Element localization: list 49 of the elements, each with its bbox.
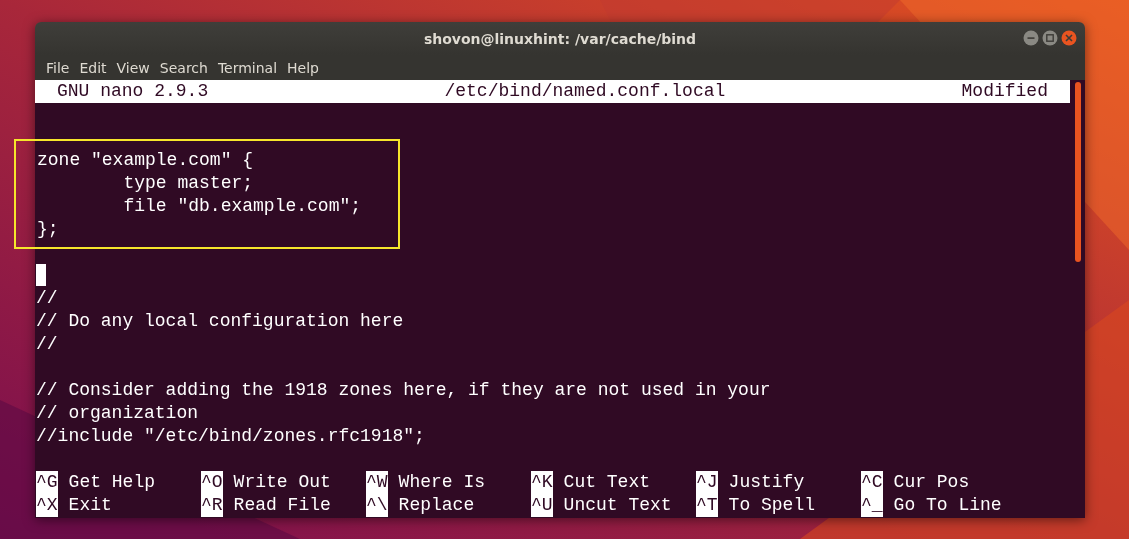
menu-item[interactable]: Edit bbox=[74, 59, 112, 76]
code-line: file "db.example.com"; bbox=[122, 195, 363, 218]
shortcut-key: ^J bbox=[696, 471, 718, 494]
shortcut-label: Exit bbox=[68, 494, 112, 517]
menu-item[interactable]: View bbox=[111, 59, 155, 76]
shortcut-label: Justify bbox=[728, 471, 805, 494]
menu-item[interactable]: Help bbox=[282, 59, 324, 76]
nano-version: GNU nano 2.9.3 bbox=[57, 80, 209, 103]
text-cursor bbox=[36, 264, 46, 286]
code-line: }; bbox=[36, 218, 60, 241]
code-line: // Consider adding the 1918 zones here, if they are not used in your bbox=[35, 379, 772, 402]
code-line: //include "/etc/bind/zones.rfc1918"; bbox=[35, 425, 426, 448]
shortcut-label: Uncut Text bbox=[563, 494, 672, 517]
menu-item[interactable]: Search bbox=[154, 59, 213, 76]
minimize-icon[interactable] bbox=[1023, 30, 1039, 46]
shortcut-key: ^K bbox=[531, 471, 553, 494]
shortcut-key: ^R bbox=[201, 494, 223, 517]
shortcut-label: Go To Line bbox=[893, 494, 1002, 517]
code-line: // organization bbox=[35, 402, 200, 425]
code-line: // Do any local configuration here bbox=[35, 310, 405, 333]
code-line: // bbox=[35, 287, 59, 310]
menu-item[interactable]: File bbox=[41, 59, 75, 76]
shortcut-label: Cur Pos bbox=[893, 471, 970, 494]
shortcut-key: ^C bbox=[861, 471, 883, 494]
shortcut-label: To Spell bbox=[728, 494, 816, 517]
shortcut-key: ^_ bbox=[861, 494, 883, 517]
shortcut-label: Get Help bbox=[68, 471, 156, 494]
code-line: type master; bbox=[122, 172, 255, 195]
shortcut-key: ^O bbox=[201, 471, 223, 494]
file-name: /etc/bind/named.conf.local bbox=[444, 80, 726, 103]
shortcut-key: ^U bbox=[531, 494, 553, 517]
maximize-icon[interactable] bbox=[1042, 30, 1058, 46]
shortcut-key: ^T bbox=[696, 494, 718, 517]
shortcut-label: Cut Text bbox=[563, 471, 651, 494]
code-line: // bbox=[35, 333, 59, 356]
shortcut-key: ^X bbox=[36, 494, 58, 517]
shortcut-label: Read File bbox=[233, 494, 331, 517]
window-title: shovon@linuxhint: /var/cache/bind bbox=[423, 30, 697, 47]
code-line: zone "example.com" { bbox=[36, 149, 255, 172]
shortcut-label: Replace bbox=[398, 494, 475, 517]
menu-item[interactable]: Terminal bbox=[212, 59, 283, 76]
shortcut-key: ^\ bbox=[366, 494, 388, 517]
file-status: Modified bbox=[961, 80, 1048, 103]
shortcut-key: ^G bbox=[36, 471, 58, 494]
shortcut-key: ^W bbox=[366, 471, 388, 494]
scrollbar-thumb[interactable] bbox=[1074, 82, 1081, 262]
shortcut-label: Where Is bbox=[398, 471, 486, 494]
close-icon[interactable] bbox=[1061, 30, 1077, 46]
shortcut-label: Write Out bbox=[233, 471, 331, 494]
